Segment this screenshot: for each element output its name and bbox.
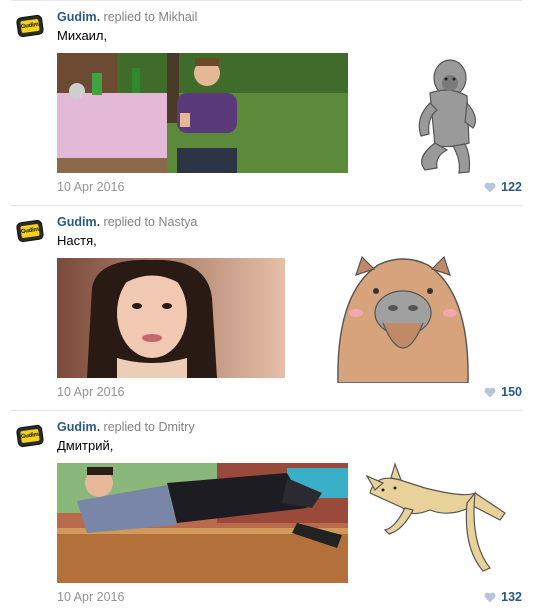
capybara-sticker (328, 253, 478, 384)
comment-date[interactable]: 10 Apr 2016 (57, 590, 124, 604)
like-button[interactable]: 132 (484, 590, 522, 604)
comment-header: Gudim. replied to Nastya (57, 215, 197, 229)
comment-date[interactable]: 10 Apr 2016 (57, 385, 124, 399)
avatar-logo: Gudim. (20, 428, 40, 444)
bigfoot-sticker (355, 48, 525, 178)
heart-icon (484, 182, 496, 192)
photo-attachment[interactable] (57, 258, 285, 378)
comment-text: Дмитрий, (57, 438, 114, 453)
separator (11, 410, 522, 411)
like-count: 132 (501, 590, 522, 604)
comment-header: Gudim. replied to Dmitry (57, 420, 195, 434)
replied-label: replied to (103, 215, 155, 229)
like-count: 150 (501, 385, 522, 399)
heart-icon (484, 387, 496, 397)
like-button[interactable]: 122 (484, 180, 522, 194)
author-link[interactable]: Gudim. (57, 10, 100, 24)
avatar[interactable]: Gudim. (16, 425, 44, 447)
avatar-logo: Gudim. (20, 223, 40, 239)
like-count: 122 (501, 180, 522, 194)
cat-sticker (355, 458, 525, 588)
comment-2: Gudim. Gudim. replied to Nastya Настя, 1… (0, 205, 533, 410)
author-link[interactable]: Gudim. (57, 420, 100, 434)
comment-date[interactable]: 10 Apr 2016 (57, 180, 124, 194)
photo-attachment[interactable] (57, 53, 348, 173)
separator (11, 205, 522, 206)
comment-text: Михаил, (57, 28, 108, 43)
reply-target-link[interactable]: Nastya (158, 215, 197, 229)
reply-target-link[interactable]: Mikhail (158, 10, 197, 24)
like-button[interactable]: 150 (484, 385, 522, 399)
avatar-logo: Gudim. (20, 18, 40, 34)
heart-icon (484, 592, 496, 602)
comment-header: Gudim. replied to Mikhail (57, 10, 197, 24)
replied-label: replied to (103, 10, 155, 24)
reply-target-link[interactable]: Dmitry (158, 420, 194, 434)
comment-1: Gudim. Gudim. replied to Mikhail Михаил, (0, 0, 533, 205)
comment-3: Gudim. Gudim. replied to Dmitry Дмитрий, (0, 410, 533, 615)
separator (11, 0, 522, 1)
author-link[interactable]: Gudim. (57, 215, 100, 229)
replied-label: replied to (103, 420, 155, 434)
avatar[interactable]: Gudim. (16, 220, 44, 242)
photo-attachment[interactable] (57, 463, 348, 583)
comment-text: Настя, (57, 233, 97, 248)
avatar[interactable]: Gudim. (16, 15, 44, 37)
